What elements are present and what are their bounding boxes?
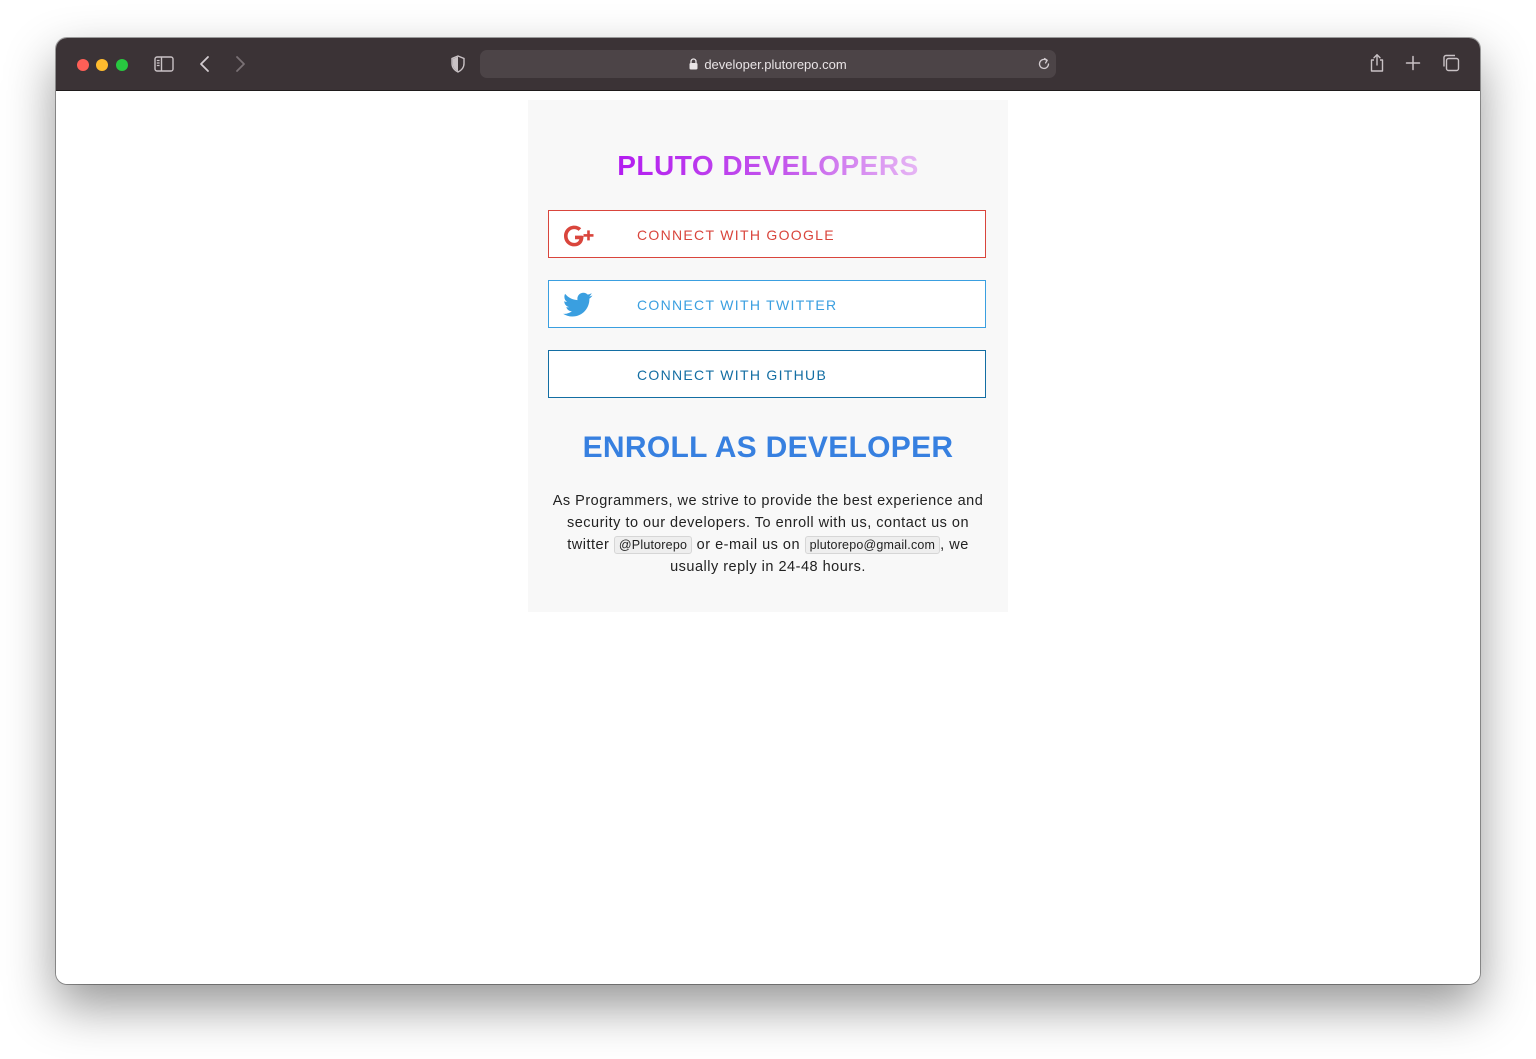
address-bar-content: developer.plutorepo.com xyxy=(480,50,1056,78)
brand-title-text: PLUTO DEVELOPERS xyxy=(617,150,919,181)
url-text: developer.plutorepo.com xyxy=(704,56,847,72)
email-address: plutorepo@gmail.com xyxy=(804,536,941,554)
google-plus-icon xyxy=(564,225,594,247)
browser-toolbar: developer.plutorepo.com xyxy=(56,38,1480,91)
minimize-window-button[interactable] xyxy=(96,59,108,71)
browser-window: developer.plutorepo.com PLUTO DEVELOPERS xyxy=(56,38,1480,984)
new-tab-icon[interactable] xyxy=(1405,55,1421,71)
lock-icon xyxy=(689,58,698,70)
zoom-window-button[interactable] xyxy=(116,59,128,71)
forward-icon[interactable] xyxy=(234,55,246,73)
connect-twitter-button[interactable]: CONNECT WITH TWITTER xyxy=(548,280,986,328)
enroll-title: ENROLL AS DEVELOPER xyxy=(582,431,954,464)
sidebar-icon[interactable] xyxy=(154,56,174,72)
back-icon[interactable] xyxy=(199,55,211,73)
share-icon[interactable] xyxy=(1368,53,1386,73)
enroll-description: As Programmers, we strive to provide the… xyxy=(550,490,986,578)
tabs-overview-icon[interactable] xyxy=(1442,54,1460,72)
shield-icon[interactable] xyxy=(451,55,465,73)
web-content: PLUTO DEVELOPERS CONNECT WITH GOOGLE CON… xyxy=(56,91,1480,984)
login-card: PLUTO DEVELOPERS CONNECT WITH GOOGLE CON… xyxy=(528,100,1008,612)
brand-title: PLUTO DEVELOPERS xyxy=(528,150,1008,182)
twitter-handle: @Plutorepo xyxy=(613,536,693,554)
connect-github-label: CONNECT WITH GITHUB xyxy=(637,367,828,383)
close-window-button[interactable] xyxy=(77,59,89,71)
connect-twitter-label: CONNECT WITH TWITTER xyxy=(637,297,838,313)
address-bar[interactable]: developer.plutorepo.com xyxy=(480,50,1056,78)
connect-google-button[interactable]: CONNECT WITH GOOGLE xyxy=(548,210,986,258)
enroll-text-2: or e-mail us on xyxy=(696,537,801,553)
twitter-bird-icon xyxy=(563,292,593,317)
reload-icon[interactable] xyxy=(1037,57,1051,71)
connect-github-button[interactable]: CONNECT WITH GITHUB xyxy=(548,350,986,398)
connect-google-label: CONNECT WITH GOOGLE xyxy=(637,227,835,243)
